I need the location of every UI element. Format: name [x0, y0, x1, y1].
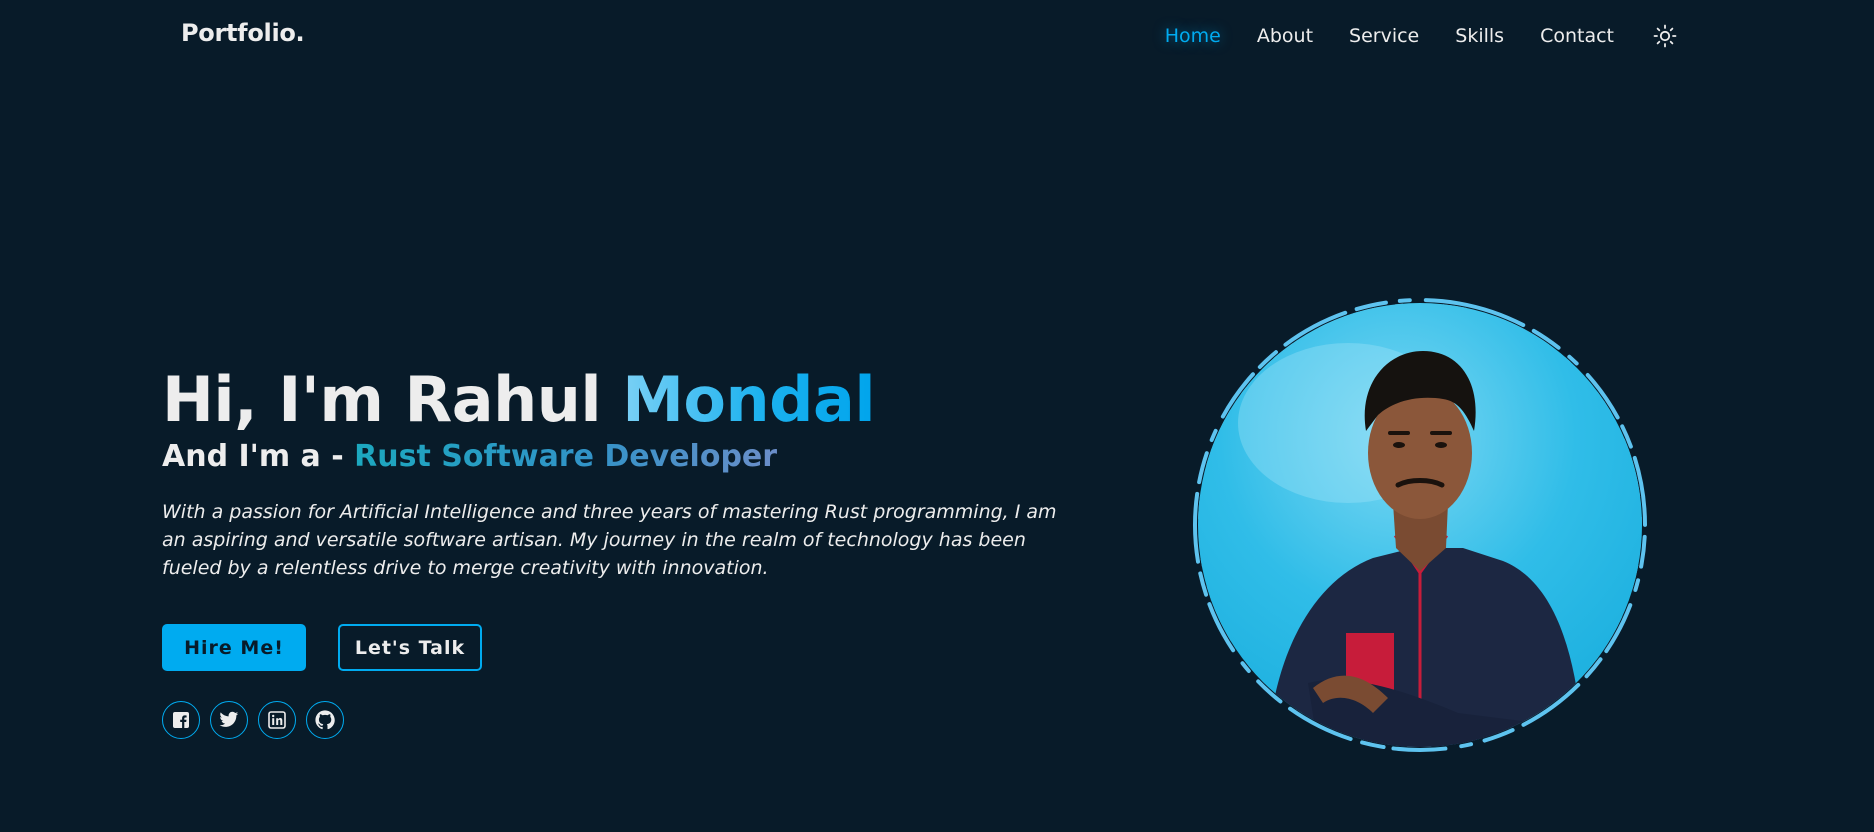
subtitle-prefix: And I'm a -: [162, 439, 355, 474]
site-header: Portfolio. Home About Service Skills Con…: [0, 0, 1874, 72]
nav-contact[interactable]: Contact: [1540, 22, 1614, 50]
sun-icon[interactable]: [1652, 23, 1678, 49]
profile-image-frame: [1190, 295, 1650, 755]
hero-description: With a passion for Artificial Intelligen…: [162, 501, 1057, 579]
social-links: [162, 701, 1082, 739]
main-nav: Home About Service Skills Contact: [1129, 22, 1678, 50]
facebook-icon[interactable]: [162, 701, 200, 739]
linkedin-icon[interactable]: [258, 701, 296, 739]
hero-subtitle: And I'm a - Rust Software Developer: [162, 438, 1082, 476]
logo[interactable]: Portfolio.: [181, 19, 305, 47]
portrait-photo: [1198, 303, 1642, 747]
nav-skills[interactable]: Skills: [1455, 22, 1504, 50]
nav-home[interactable]: Home: [1165, 22, 1221, 50]
nav-about[interactable]: About: [1257, 22, 1313, 50]
hero-section: Hi, I'm Rahul Mondal And I'm a - Rust So…: [162, 362, 1082, 739]
button-group: Hire Me! Let's Talk: [162, 624, 1082, 671]
name-highlight: Mondal: [622, 363, 876, 436]
hero-title: Hi, I'm Rahul Mondal: [162, 362, 1082, 438]
twitter-icon[interactable]: [210, 701, 248, 739]
lets-talk-button[interactable]: Let's Talk: [338, 624, 482, 671]
nav-service[interactable]: Service: [1349, 22, 1419, 50]
github-icon[interactable]: [306, 701, 344, 739]
hire-me-button[interactable]: Hire Me!: [162, 624, 306, 671]
role-text: Rust Software Developer: [354, 439, 778, 474]
greeting-text: Hi, I'm Rahul: [162, 363, 623, 436]
